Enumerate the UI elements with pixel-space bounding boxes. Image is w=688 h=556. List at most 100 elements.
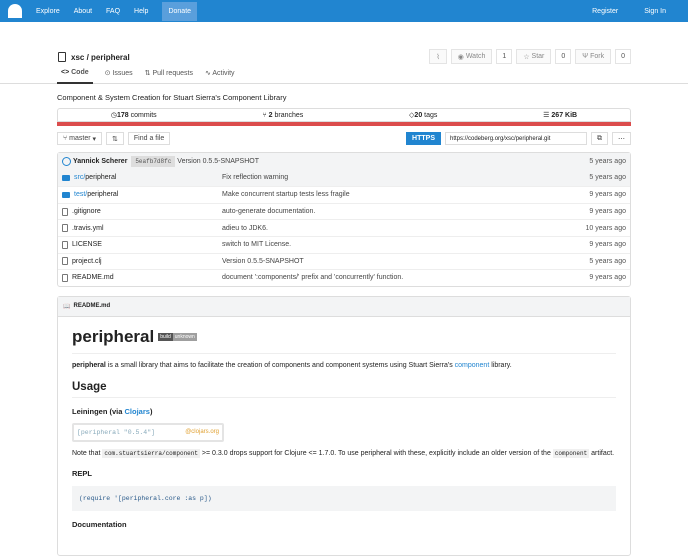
top-nav: Explore About FAQ Help Donate Register S… — [0, 0, 688, 22]
file-row: LICENSE switch to MIT License. 9 years ago — [58, 235, 630, 253]
file-commit-message[interactable]: Version 0.5.5-SNAPSHOT — [222, 258, 589, 265]
branch-dropdown[interactable]: ⑂ master ▾ — [57, 132, 103, 145]
file-icon — [62, 257, 68, 266]
file-commit-message[interactable]: Fix reflection warning — [222, 174, 589, 181]
rss-button[interactable]: ⌇ — [429, 49, 447, 64]
eye-icon: ◉ — [457, 53, 466, 61]
tab-issues[interactable]: ⊙ Issues — [105, 69, 133, 84]
branches-link[interactable]: ⑂ 2 branches — [262, 112, 303, 119]
tab-issues-label: Issues — [112, 70, 133, 77]
fork-count[interactable]: 0 — [615, 49, 631, 64]
fork-label: Fork — [590, 53, 605, 60]
clone-url-input[interactable]: https://codeberg.org/xsc/peripheral.git — [445, 132, 587, 145]
star-count[interactable]: 0 — [555, 49, 572, 64]
tab-pull-requests[interactable]: ⇅ Pull requests — [145, 69, 193, 84]
file-name[interactable]: .travis.yml — [72, 225, 104, 232]
register-link[interactable]: Register — [592, 8, 618, 15]
repl-code-block: (require '[peripheral.core :as p]) — [72, 485, 616, 511]
tags-count: 20 — [414, 112, 423, 119]
branch-name: master — [69, 135, 91, 142]
intro-bold: peripheral — [72, 361, 106, 369]
file-commit-message[interactable]: switch to MIT License. — [222, 241, 589, 248]
lein-text: Leiningen (via — [72, 407, 125, 417]
note-text-2: >= 0.3.0 drops support for Clojure <= 1.… — [199, 450, 553, 458]
file-name[interactable]: src/peripheral — [74, 174, 116, 181]
file-name[interactable]: project.clj — [72, 258, 102, 265]
star-button[interactable]: ☆ Star — [516, 49, 552, 64]
file-commit-message[interactable]: adieu to JDK6. — [222, 225, 586, 232]
file-commit-message[interactable]: document ':components/' prefix and 'conc… — [222, 274, 589, 281]
folder-icon — [62, 191, 70, 198]
repo-icon — [58, 52, 66, 62]
file-commit-message[interactable]: auto-generate documentation. — [222, 208, 589, 215]
avatar[interactable] — [62, 156, 71, 166]
file-name[interactable]: LICENSE — [72, 241, 102, 248]
badge-left: build — [158, 332, 173, 341]
fork-button[interactable]: Ψ Fork — [575, 49, 612, 64]
intro-paragraph: peripheral is a small library that aims … — [72, 361, 616, 372]
file-commit-time: 5 years ago — [589, 257, 626, 265]
file-name[interactable]: README.md — [72, 274, 114, 281]
compare-button[interactable]: ⇅ — [106, 132, 124, 145]
https-button[interactable]: HTTPS — [406, 132, 441, 145]
nav-help[interactable]: Help — [134, 8, 148, 15]
file-path-prefix: test/ — [74, 191, 88, 199]
badge-right: unknown — [172, 332, 197, 341]
copy-button[interactable]: ⧉ — [591, 132, 608, 145]
nav-faq[interactable]: FAQ — [106, 8, 120, 15]
fork-icon: Ψ — [582, 53, 591, 60]
note-text-3: artifact. — [589, 450, 615, 458]
clojars-link[interactable]: Clojars — [125, 407, 150, 416]
codeberg-logo-icon[interactable] — [8, 4, 22, 18]
ellipsis-icon: ⋯ — [618, 135, 625, 143]
branch-icon: ⑂ — [262, 111, 267, 119]
watch-count[interactable]: 1 — [496, 49, 513, 64]
tab-code-label: Code — [71, 69, 89, 76]
file-icon — [62, 240, 68, 249]
copy-icon: ⧉ — [597, 134, 602, 142]
repl-heading: REPL — [72, 468, 93, 478]
star-icon: ☆ — [523, 53, 532, 61]
file-row: project.clj Version 0.5.5-SNAPSHOT 5 years… — [58, 252, 630, 270]
commit-message[interactable]: Version 0.5.5-SNAPSHOT — [177, 158, 589, 165]
file-commit-time: 9 years ago — [589, 191, 626, 199]
file-name[interactable]: .gitignore — [72, 208, 101, 215]
nav-explore[interactable]: Explore — [36, 8, 60, 15]
file-icon — [62, 207, 68, 216]
nav-donate[interactable]: Donate — [162, 1, 198, 21]
repo-title[interactable]: xsc / peripheral — [71, 53, 130, 62]
component-link[interactable]: component — [455, 362, 490, 369]
tags-link[interactable]: ◇20 tags — [409, 111, 437, 119]
database-icon: ☰ — [543, 112, 550, 119]
file-commit-time: 10 years ago — [585, 224, 626, 232]
branches-count: 2 — [268, 111, 273, 119]
commits-link[interactable]: ◷178 commits — [111, 111, 157, 119]
watch-button[interactable]: ◉ Watch — [450, 49, 493, 64]
tab-code[interactable]: <> Code — [57, 69, 93, 84]
documentation-heading: Documentation — [72, 519, 127, 529]
file-name-text: .gitignore — [72, 208, 101, 216]
language-bar — [57, 122, 631, 126]
rss-icon: ⌇ — [436, 53, 440, 61]
find-file-button[interactable]: Find a file — [127, 132, 171, 145]
file-row: test/peripheral Make concurrent startup t… — [58, 186, 630, 203]
commit-sha[interactable]: 5eafb7d8fc — [131, 155, 176, 167]
readme-title: peripheral — [72, 326, 155, 346]
nav-about[interactable]: About — [74, 8, 92, 15]
commit-author[interactable]: Yannick Scherer — [73, 158, 127, 165]
chevron-down-icon: ▾ — [92, 135, 97, 143]
readme-panel: 📖 README.md peripheral build unknown perip… — [57, 295, 631, 556]
signin-link[interactable]: Sign In — [644, 8, 666, 15]
watch-label: Watch — [465, 53, 486, 60]
more-button[interactable]: ⋯ — [612, 132, 631, 145]
file-path-prefix: src/ — [74, 174, 86, 182]
build-badge[interactable]: build unknown — [158, 332, 197, 341]
file-icon — [62, 224, 68, 233]
commit-time: 5 years ago — [589, 157, 626, 165]
file-commit-time: 9 years ago — [589, 241, 626, 249]
file-name[interactable]: test/peripheral — [74, 191, 118, 198]
clojars-badge[interactable]: [peripheral "0.5.4"] @clojars.org — [72, 423, 224, 443]
usage-heading: Usage — [72, 381, 616, 399]
tab-activity[interactable]: ∿ Activity — [205, 69, 235, 84]
file-commit-message[interactable]: Make concurrent startup tests less fragi… — [222, 191, 589, 198]
